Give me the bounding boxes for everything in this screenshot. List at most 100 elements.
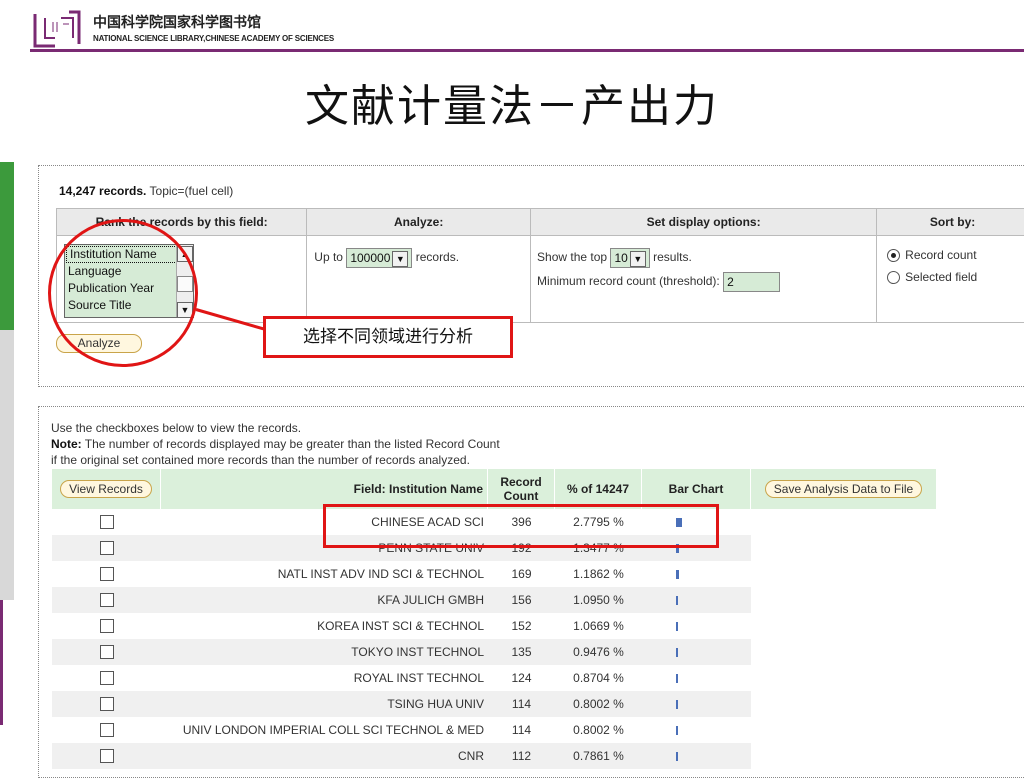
analyze-suffix: records. [415, 250, 460, 265]
instruction-line-2: if the original set contained more recor… [51, 453, 470, 467]
chevron-down-icon[interactable]: ▼ [392, 250, 409, 267]
analyze-prefix: Up to [314, 250, 343, 265]
record-count-cell: 112 [488, 743, 555, 769]
radio-selected-icon[interactable] [887, 249, 901, 263]
sort-record-count-label: Record count [905, 248, 977, 262]
bar-chart-mark [676, 570, 679, 580]
percent-cell: 0.8002 % [555, 691, 642, 717]
side-accent-grey [0, 330, 14, 600]
display-options-header: Set display options: [530, 208, 878, 236]
institution-cell: ROYAL INST TECHNOL [161, 665, 488, 691]
percent-cell: 0.9476 % [555, 639, 642, 665]
row-checkbox[interactable] [99, 515, 114, 530]
show-top-suffix: results. [653, 250, 692, 265]
radio-unselected-icon[interactable] [887, 271, 901, 285]
show-top-select[interactable]: 10 ▼ [610, 248, 650, 268]
show-top-prefix: Show the top [537, 250, 608, 265]
save-data-button[interactable]: Save Analysis Data to File [764, 480, 923, 498]
record-count-cell: 156 [488, 587, 555, 613]
sort-selected-field-option[interactable]: Selected field [887, 270, 978, 285]
options-table: Rank the records by this field: Analyze:… [55, 208, 1024, 323]
percent-cell: 1.1862 % [555, 561, 642, 587]
table-row: KOREA INST SCI & TECHNOL 152 1.0669 % [52, 613, 937, 639]
bar-chart-column-header: Bar Chart [642, 469, 751, 509]
brand-english-name: NATIONAL SCIENCE LIBRARY,CHINESE ACADEMY… [93, 34, 335, 43]
analyze-limit-value: 100000 [350, 251, 391, 265]
threshold-label: Minimum record count (threshold): [537, 274, 720, 289]
library-logo-icon [33, 10, 81, 48]
table-row: ROYAL INST TECHNOL 124 0.8704 % [52, 665, 937, 691]
bar-chart-mark [676, 596, 678, 606]
record-count-text: 14,247 records. [59, 184, 147, 198]
bar-chart-mark [676, 752, 678, 762]
percent-cell: 0.8002 % [555, 717, 642, 743]
row-checkbox[interactable] [99, 593, 114, 608]
table-row: CNR 112 0.7861 % [52, 743, 937, 769]
bar-chart-mark [676, 700, 678, 710]
record-count-cell: 135 [488, 639, 555, 665]
row-checkbox[interactable] [99, 723, 114, 738]
row-checkbox[interactable] [99, 749, 114, 764]
sort-record-count-option[interactable]: Record count [887, 248, 977, 263]
topic-text: Topic=(fuel cell) [149, 184, 234, 198]
show-top-value: 10 [614, 251, 628, 265]
chevron-down-icon[interactable]: ▼ [629, 250, 646, 267]
threshold-input[interactable]: 2 [723, 272, 781, 292]
record-count-cell: 124 [488, 665, 555, 691]
percent-cell: 0.7861 % [555, 743, 642, 769]
results-instructions: Use the checkboxes below to view the rec… [51, 420, 500, 468]
field-column-header: Field: Institution Name [161, 469, 488, 509]
brand-chinese-name: 中国科学院国家科学图书馆 [93, 15, 261, 31]
analyze-limit-row: Up to 100000 ▼ records. [314, 248, 459, 268]
results-panel: Use the checkboxes below to view the rec… [38, 406, 1024, 778]
analyze-header: Analyze: [306, 208, 532, 236]
bar-chart-mark [676, 674, 678, 684]
annotation-highlight [323, 504, 719, 548]
result-summary: 14,247 records. Topic=(fuel cell) [59, 184, 233, 198]
row-checkbox[interactable] [99, 645, 114, 660]
side-accent-purple [0, 600, 3, 725]
header-divider [30, 49, 1024, 52]
threshold-row: Minimum record count (threshold): 2 [537, 272, 781, 292]
table-row: KFA JULICH GMBH 156 1.0950 % [52, 587, 937, 613]
percent-cell: 1.0950 % [555, 587, 642, 613]
view-records-button[interactable]: View Records [60, 480, 152, 498]
instruction-line: Use the checkboxes below to view the rec… [51, 421, 302, 435]
note-label: Note: [51, 437, 82, 451]
record-count-cell: 169 [488, 561, 555, 587]
table-row: TSING HUA UNIV 114 0.8002 % [52, 691, 937, 717]
note-text: The number of records displayed may be g… [81, 437, 500, 451]
annotation-note: 选择不同领域进行分析 [263, 316, 513, 358]
row-checkbox[interactable] [99, 697, 114, 712]
bar-chart-mark [676, 622, 678, 632]
annotation-circle [48, 219, 198, 367]
institution-cell: TOKYO INST TECHNOL [161, 639, 488, 665]
record-count-cell: 152 [488, 613, 555, 639]
bar-chart-mark [676, 648, 678, 658]
slide-title: 文献计量法－产出力 [305, 81, 719, 132]
row-checkbox[interactable] [99, 541, 114, 556]
sort-selected-field-label: Selected field [905, 270, 978, 284]
table-row: NATL INST ADV IND SCI & TECHNOL 169 1.1862… [52, 561, 937, 587]
institution-cell: KFA JULICH GMBH [161, 587, 488, 613]
table-row: UNIV LONDON IMPERIAL COLL SCI TECHNOL & … [52, 717, 937, 743]
table-row: TOKYO INST TECHNOL 135 0.9476 % [52, 639, 937, 665]
side-accent-green [0, 162, 14, 330]
row-checkbox[interactable] [99, 619, 114, 634]
sort-by-header: Sort by: [876, 208, 1024, 236]
institution-cell: KOREA INST SCI & TECHNOL [161, 613, 488, 639]
record-count-cell: 114 [488, 691, 555, 717]
show-top-row: Show the top 10 ▼ results. [537, 248, 692, 268]
record-count-cell: 114 [488, 717, 555, 743]
percent-column-header: % of 14247 [555, 469, 642, 509]
note-line: Note: The number of records displayed ma… [51, 436, 500, 452]
row-checkbox[interactable] [99, 671, 114, 686]
analyze-limit-select[interactable]: 100000 ▼ [346, 248, 413, 268]
institution-cell: TSING HUA UNIV [161, 691, 488, 717]
institution-cell: CNR [161, 743, 488, 769]
count-column-header: Record Count [488, 469, 555, 509]
bar-chart-mark [676, 726, 678, 736]
percent-cell: 0.8704 % [555, 665, 642, 691]
row-checkbox[interactable] [99, 567, 114, 582]
institution-cell: NATL INST ADV IND SCI & TECHNOL [161, 561, 488, 587]
